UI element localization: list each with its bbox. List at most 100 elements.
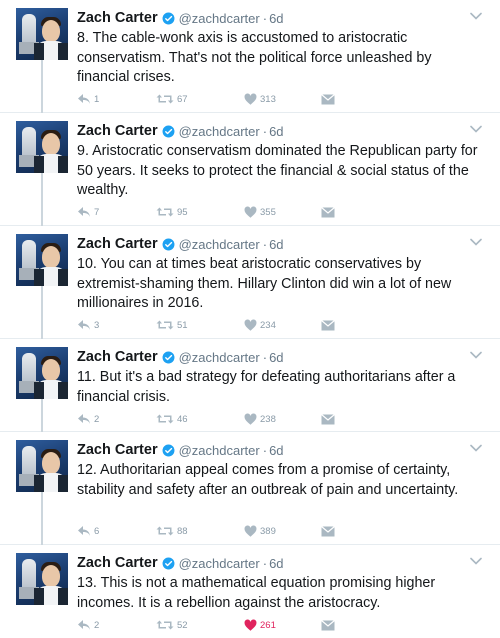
heart-icon xyxy=(244,525,257,537)
tweet-actions: 7 95 355 xyxy=(77,204,377,220)
avatar[interactable] xyxy=(16,121,68,173)
direct-message-button[interactable] xyxy=(321,523,335,539)
chevron-down-icon[interactable] xyxy=(470,351,482,359)
heart-icon xyxy=(244,93,257,105)
avatar[interactable] xyxy=(16,234,68,286)
retweet-count: 51 xyxy=(177,319,188,331)
user-handle[interactable]: @zachdcarter xyxy=(179,124,260,139)
user-handle[interactable]: @zachdcarter xyxy=(179,556,260,571)
retweet-icon xyxy=(156,414,174,424)
chevron-down-icon[interactable] xyxy=(470,238,482,246)
verified-badge-icon xyxy=(162,444,175,456)
display-name[interactable]: Zach Carter xyxy=(77,555,158,571)
tweet-header: Zach Carter @zachdcarter · 6d xyxy=(77,9,284,27)
timestamp[interactable]: 6d xyxy=(269,11,283,26)
reply-count: 6 xyxy=(94,525,100,537)
timestamp[interactable]: 6d xyxy=(269,237,283,252)
retweet-icon xyxy=(156,320,174,330)
like-button[interactable]: 313 xyxy=(244,91,276,107)
reply-count: 3 xyxy=(94,319,100,331)
chevron-down-icon[interactable] xyxy=(470,125,482,133)
reply-count: 2 xyxy=(94,413,100,425)
retweet-icon xyxy=(156,207,174,217)
direct-message-button[interactable] xyxy=(321,411,335,427)
thread-line xyxy=(41,492,43,545)
display-name[interactable]: Zach Carter xyxy=(77,123,158,139)
tweet-text: 8. The cable-wonk axis is accustomed to … xyxy=(77,30,432,86)
tweet[interactable]: Zach Carter @zachdcarter · 6d 11. But it… xyxy=(0,339,500,432)
reply-button[interactable]: 2 xyxy=(77,617,99,633)
reply-button[interactable]: 3 xyxy=(77,317,99,333)
user-handle[interactable]: @zachdcarter xyxy=(179,350,260,365)
tweet-text: 9. Aristocratic conservatism dominated t… xyxy=(77,143,478,199)
user-handle[interactable]: @zachdcarter xyxy=(179,11,260,26)
direct-message-button[interactable] xyxy=(321,204,335,220)
timestamp[interactable]: 6d xyxy=(269,443,283,458)
like-count: 234 xyxy=(260,319,276,331)
reply-button[interactable]: 6 xyxy=(77,523,99,539)
display-name[interactable]: Zach Carter xyxy=(77,236,158,252)
chevron-down-icon[interactable] xyxy=(470,12,482,20)
like-button[interactable]: 234 xyxy=(244,317,276,333)
tweet[interactable]: Zach Carter @zachdcarter · 6d 9. Aristoc… xyxy=(0,113,500,226)
direct-message-button[interactable] xyxy=(321,91,335,107)
chevron-down-icon[interactable] xyxy=(470,444,482,452)
reply-count: 2 xyxy=(94,619,100,631)
retweet-button[interactable]: 95 xyxy=(156,204,188,220)
tweet-text: 10. You can at times beat aristocratic c… xyxy=(77,256,452,312)
display-name[interactable]: Zach Carter xyxy=(77,349,158,365)
timestamp[interactable]: 6d xyxy=(269,350,283,365)
timestamp[interactable]: 6d xyxy=(269,556,283,571)
like-button[interactable]: 389 xyxy=(244,523,276,539)
envelope-icon xyxy=(321,93,335,104)
retweet-button[interactable]: 51 xyxy=(156,317,188,333)
retweet-button[interactable]: 88 xyxy=(156,523,188,539)
reply-arrow-icon xyxy=(78,94,90,104)
reply-arrow-icon xyxy=(78,414,90,424)
reply-arrow-icon xyxy=(78,320,90,330)
tweet[interactable]: Zach Carter @zachdcarter · 6d 12. Author… xyxy=(0,432,500,545)
tweet[interactable]: Zach Carter @zachdcarter · 6d 10. You ca… xyxy=(0,226,500,339)
separator-dot: · xyxy=(262,555,268,571)
user-handle[interactable]: @zachdcarter xyxy=(179,237,260,252)
display-name[interactable]: Zach Carter xyxy=(77,10,158,26)
thread-line xyxy=(41,286,43,339)
retweet-count: 95 xyxy=(177,206,188,218)
tweet-header: Zach Carter @zachdcarter · 6d xyxy=(77,348,284,366)
like-button[interactable]: 261 xyxy=(244,617,276,633)
reply-button[interactable]: 1 xyxy=(77,91,99,107)
reply-arrow-icon xyxy=(78,620,90,630)
like-button[interactable]: 355 xyxy=(244,204,276,220)
retweet-button[interactable]: 46 xyxy=(156,411,188,427)
tweet[interactable]: Zach Carter @zachdcarter · 6d 8. The cab… xyxy=(0,0,500,113)
avatar[interactable] xyxy=(16,8,68,60)
reply-button[interactable]: 7 xyxy=(77,204,99,220)
verified-badge-icon xyxy=(162,12,175,24)
tweet-text: 13. This is not a mathematical equation … xyxy=(77,575,436,611)
tweet-header: Zach Carter @zachdcarter · 6d xyxy=(77,554,284,572)
user-handle[interactable]: @zachdcarter xyxy=(179,443,260,458)
reply-count: 7 xyxy=(94,206,100,218)
retweet-button[interactable]: 52 xyxy=(156,617,188,633)
avatar[interactable] xyxy=(16,347,68,399)
avatar[interactable] xyxy=(16,440,68,492)
timestamp[interactable]: 6d xyxy=(269,124,283,139)
tweet-actions: 6 88 389 xyxy=(77,523,377,539)
heart-icon xyxy=(244,413,257,425)
retweet-icon xyxy=(156,94,174,104)
tweet[interactable]: Zach Carter @zachdcarter · 6d 13. This i… xyxy=(0,545,500,638)
retweet-button[interactable]: 67 xyxy=(156,91,188,107)
tweet-text: 12. Authoritarian appeal comes from a pr… xyxy=(77,462,459,498)
tweet-actions: 1 67 313 xyxy=(77,91,377,107)
direct-message-button[interactable] xyxy=(321,617,335,633)
reply-button[interactable]: 2 xyxy=(77,411,99,427)
like-button[interactable]: 238 xyxy=(244,411,276,427)
tweet-actions: 3 51 234 xyxy=(77,317,377,333)
display-name[interactable]: Zach Carter xyxy=(77,442,158,458)
heart-icon xyxy=(244,319,257,331)
avatar[interactable] xyxy=(16,553,68,605)
chevron-down-icon[interactable] xyxy=(470,557,482,565)
direct-message-button[interactable] xyxy=(321,317,335,333)
reply-arrow-icon xyxy=(78,207,90,217)
like-count: 355 xyxy=(260,206,276,218)
